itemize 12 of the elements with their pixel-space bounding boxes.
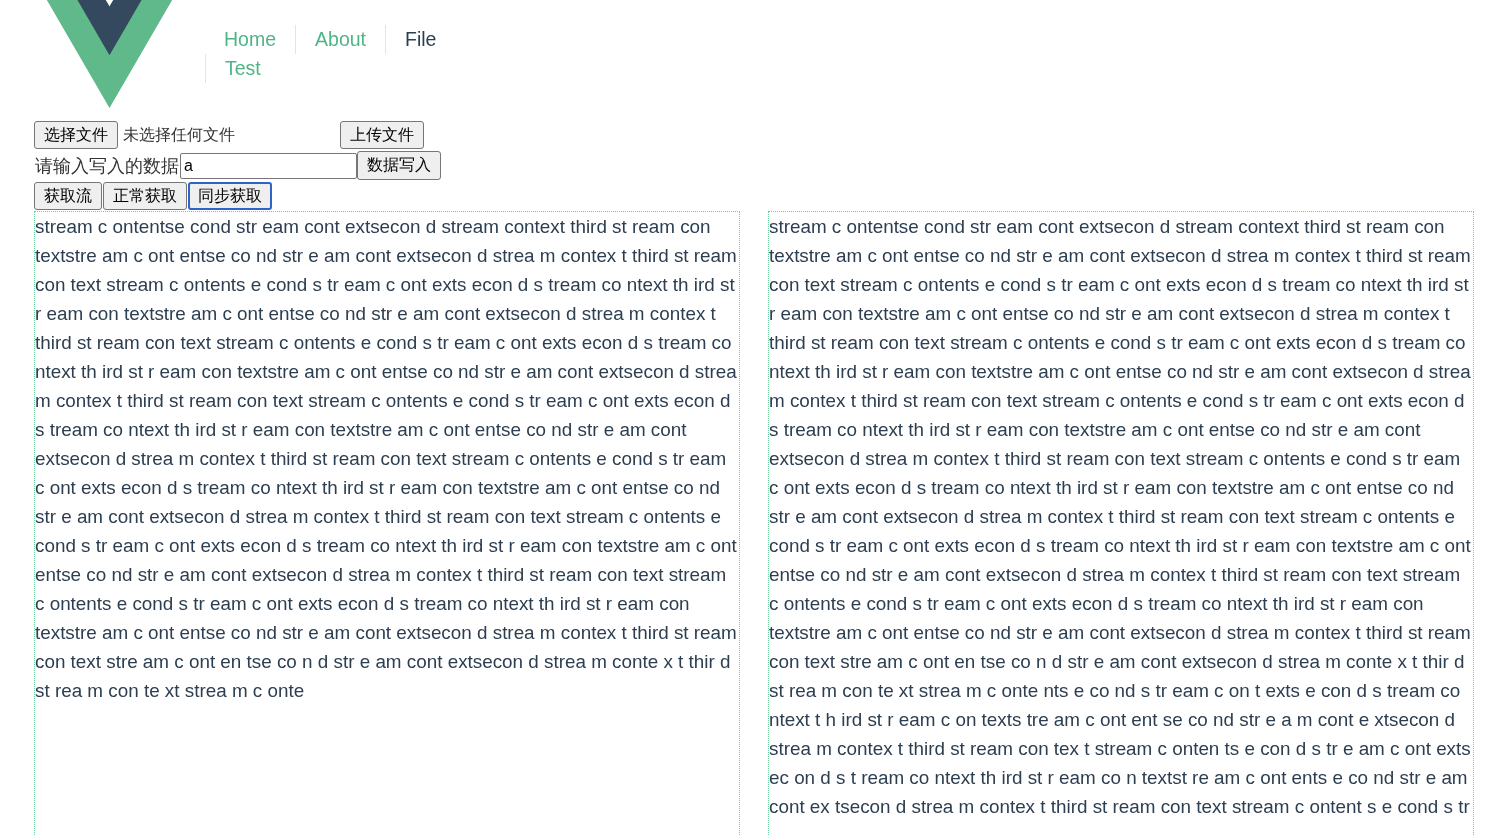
fetch-button[interactable]: 同步获取 [188,182,272,210]
write-button[interactable]: 数据写入 [357,151,441,180]
data-input-field[interactable]: a [180,152,357,179]
nav-link[interactable]: File [385,25,456,54]
fetch-button[interactable]: 获取流 [34,182,102,210]
fetch-button[interactable]: 正常获取 [103,182,187,210]
choose-file-button[interactable]: 选择文件 [34,121,118,149]
output-text: stream c ontentse cond str eam cont extsecon d stream context third st ream con textstre am c ont entse co nd str e am cont extsecon d strea m contex t third st ream con text stream c ontents e cond s tr eam c ont exts econ d s tream co ntext th ird st r eam con textstre am c ont entse co nd str e am cont extsecon d strea m contex t third st ream con text stream c ontents e cond s tr eam c ont exts econ d s tream co ntext th ird st r eam con textstre am c ont entse co nd str e am cont extsecon d strea m contex t third st ream con text stream c ontents e cond s tr eam c ont exts econ d s tream co ntext th ird st r eam con textstre am c ont entse co nd str e am cont extsecon d strea m contex t third st ream con text stream c ontents e cond s tr eam c ont exts econ d s tream co ntext th ird st r eam con textstre am c ont entse co nd str e am cont extsecon d strea m contex t third st ream con text stream c ontents e cond s tr eam c ont exts econ d s tream co ntext th ird st r eam con textstre am c ont entse co nd str e am cont extsecon d strea m contex t third st ream con text stream c ontents e cond s tr eam c ont exts econ d s tream co ntext th ird st r eam con textstre am c ont entse co nd str e am cont extsecon d strea m contex t third st ream con text stre am c ont en tse co n d str e am cont extsecon d strea m conte x t thir d st rea m con te xt strea m c onte [35,215,738,703]
file-status-text: 未选择任何文件 [123,124,235,145]
data-input-label: 请输入写入的数据 [35,154,179,178]
output-text: stream c ontentse cond str eam cont extsecon d stream context third st ream con textstre am c ont entse co nd str e am cont extsecon d strea m contex t third st ream con text stream c ontents e cond s tr eam c ont exts econ d s tream co ntext th ird st r eam con textstre am c ont entse co nd str e am cont extsecon d strea m contex t third st ream con text stream c ontents e cond s tr eam c ont exts econ d s tream co ntext th ird st r eam con textstre am c ont entse co nd str e am cont extsecon d strea m contex t third st ream con text stream c ontents e cond s tr eam c ont exts econ d s tream co ntext th ird st r eam con textstre am c ont entse co nd str e am cont extsecon d strea m contex t third st ream con text stream c ontents e cond s tr eam c ont exts econ d s tream co ntext th ird st r eam con textstre am c ont entse co nd str e am cont extsecon d strea m contex t third st ream con text stream c ontents e cond s tr eam c ont exts econ d s tream co ntext th ird st r eam con textstre am c ont entse co nd str e am cont extsecon d strea m contex t third st ream con text stream c ontents e cond s tr eam c ont exts econ d s tream co ntext th ird st r eam con textstre am c ont entse co nd str e am cont extsecon d strea m contex t third st ream con text stre am c ont en tse co n d str e am cont extsecon d strea m conte x t thir d st rea m con te xt strea m c onte nts e co nd s tr eam c on t exts e con d s tream co ntext t h ird st r eam c on texts tre am c ont ent se co nd str e a m cont e xtsecon d strea m contex t third st ream con tex t stream c onten ts e con d s tr e am c ont exts ec on d s t ream co ntext th ird st r eam co n textst re am c ont ents e co nd str e am cont ex tsecon d strea m contex t third st ream con text stream c ontent s e cond s tr [769,215,1472,819]
upload-button[interactable]: 上传文件 [340,121,424,149]
